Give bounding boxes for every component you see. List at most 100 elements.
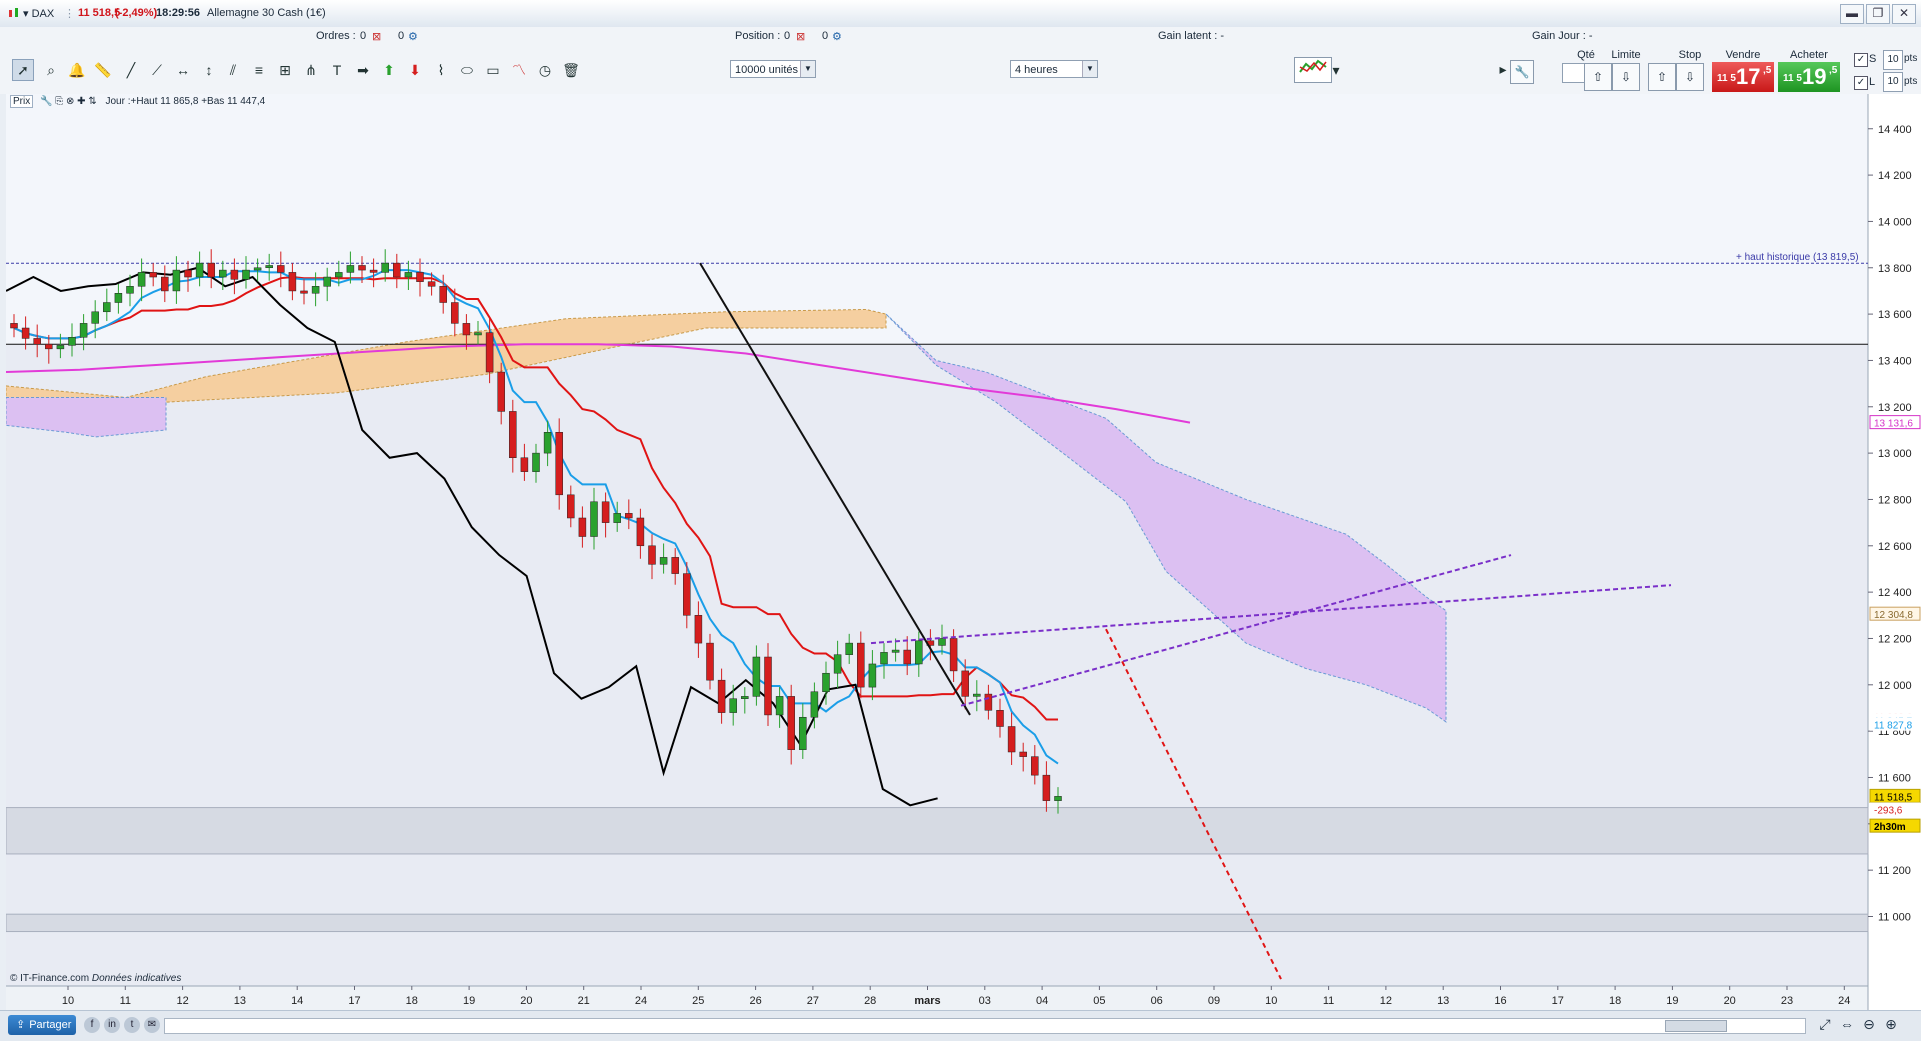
bearish-candle — [161, 276, 169, 292]
bearish-candle — [648, 545, 656, 565]
y-tick-label: 12 400 — [1878, 587, 1912, 599]
chart-style-icon[interactable] — [1294, 57, 1332, 83]
zoom-in-icon[interactable]: ⊕ — [1882, 1016, 1900, 1034]
position-settings-icon[interactable]: ⚙ — [832, 30, 842, 43]
fibonacci-fan-tool-icon[interactable]: ⊞ — [274, 59, 296, 81]
vendre-label: Vendre — [1725, 49, 1761, 61]
x-tick-label: 26 — [749, 995, 761, 1007]
buy-limit-button[interactable]: ⇧ — [1584, 63, 1612, 91]
chevron-down-icon: ▼ — [1082, 61, 1097, 77]
period-select[interactable]: 4 heures ▼ — [1010, 60, 1098, 78]
bearish-candle — [567, 494, 575, 519]
ray-tool-icon[interactable]: ⟋ — [146, 59, 168, 81]
polyline-tool-icon[interactable]: ⌇ — [430, 59, 452, 81]
horizontal-line-tool-icon[interactable]: ↔ — [172, 59, 194, 81]
x-tick-label: 11 — [120, 995, 131, 1007]
indicator-tool-icon[interactable]: 〽 — [508, 59, 530, 81]
units-select[interactable]: 10000 unités ▼ — [730, 60, 816, 78]
y-tick-label: 13 000 — [1878, 448, 1912, 460]
zoom-out-icon[interactable]: ⊖ — [1860, 1016, 1878, 1034]
bullish-candle — [741, 696, 749, 699]
legend-day-range: Jour :+Haut 11 865,8 +Bas 11 447,4 — [105, 96, 266, 107]
bullish-candle — [381, 262, 389, 273]
price-chart[interactable]: 11 00011 20011 40011 60011 80012 00012 2… — [5, 94, 1921, 1010]
bullish-candle — [590, 501, 598, 537]
restore-button[interactable]: ❐ — [1866, 4, 1890, 24]
channel-tool-icon[interactable]: ⫽ — [222, 59, 244, 81]
share-label: Partager — [29, 1019, 72, 1031]
bearish-candle — [671, 557, 679, 574]
facebook-icon[interactable]: f — [84, 1017, 100, 1033]
pan-icon[interactable]: ⇔ — [1838, 1016, 1856, 1034]
horizontal-scrollbar[interactable] — [164, 1018, 1806, 1034]
x-tick-label: 23 — [1781, 995, 1793, 1007]
bullish-candle — [532, 452, 540, 472]
arrow-down-tool-icon[interactable]: ⬇ — [404, 59, 426, 81]
fibonacci-tool-icon[interactable]: ≡ — [248, 59, 270, 81]
clock-tool-icon[interactable]: ◷ — [534, 59, 556, 81]
arrow-right-tool-icon[interactable]: ➡ — [352, 59, 374, 81]
stop-checkbox[interactable]: ✓ — [1854, 53, 1868, 67]
wrench-icon[interactable]: 🔧 — [1510, 60, 1534, 84]
panel-collapse-icon[interactable]: ▸ — [1498, 58, 1508, 80]
alert-bell-icon[interactable]: 🔔 — [66, 59, 88, 81]
trash-icon[interactable]: 🗑 — [560, 59, 582, 81]
scrollbar-thumb[interactable] — [1665, 1020, 1727, 1032]
email-icon[interactable]: ✉ — [144, 1017, 160, 1033]
lower-background — [6, 344, 1868, 986]
close-button[interactable]: ✕ — [1892, 4, 1916, 24]
linkedin-icon[interactable]: in — [104, 1017, 120, 1033]
drawing-toolbar: ➚ ⌕ 🔔 📏 ╱ ⟋ ↔ ↕ ⫽ ≡ ⊞ ⋔ T ➡ ⬆ ⬇ ⌇ ⬭ ▭ 〽 … — [0, 48, 1500, 94]
bearish-candle — [207, 262, 215, 278]
bullish-candle — [335, 272, 343, 278]
fit-icon[interactable]: ⤢ — [1816, 1016, 1834, 1034]
minimize-button[interactable]: ▬ — [1840, 4, 1864, 24]
pointer-tool-icon[interactable]: ➚ — [12, 59, 34, 81]
x-tick-label: 24 — [1838, 995, 1850, 1007]
ruler-tool-icon[interactable]: 📏 — [92, 59, 114, 81]
y-tick-label: 11 000 — [1878, 911, 1911, 923]
ellipse-tool-icon[interactable]: ⬭ — [456, 59, 478, 81]
twitter-icon[interactable]: t — [124, 1017, 140, 1033]
x-tick-label: 10 — [62, 995, 74, 1007]
text-tool-icon[interactable]: T — [326, 59, 348, 81]
legend-tools-icon[interactable]: 🔧 ⎘ ⊗ ✚ ⇅ — [40, 96, 97, 107]
rectangle-tool-icon[interactable]: ▭ — [482, 59, 504, 81]
symbol-dropdown[interactable]: ▾ DAX — [23, 7, 54, 20]
bullish-candle — [68, 337, 76, 346]
buy-button[interactable]: 11 5 19 ,5 — [1778, 62, 1840, 92]
prix-label: Prix — [10, 95, 34, 108]
trendline-tool-icon[interactable]: ╱ — [120, 59, 142, 81]
buy-stop-button[interactable]: ⇧ — [1648, 63, 1676, 91]
pitchfork-tool-icon[interactable]: ⋔ — [300, 59, 322, 81]
share-button[interactable]: ⇪ Partager — [8, 1015, 76, 1035]
ordres-settings-icon[interactable]: ⚙ — [408, 30, 418, 43]
x-tick-label: 19 — [463, 995, 475, 1007]
x-tick-label: 13 — [1437, 995, 1449, 1007]
bearish-candle — [984, 693, 993, 711]
bearish-candle — [694, 615, 703, 644]
arrow-up-tool-icon[interactable]: ⬆ — [378, 59, 400, 81]
limit-pts-input[interactable]: 10 — [1883, 72, 1903, 92]
bearish-candle — [288, 272, 297, 292]
stop-pts-input[interactable]: 10 — [1883, 50, 1903, 70]
sell-stop-button[interactable]: ⇩ — [1676, 63, 1704, 91]
limit-checkbox[interactable]: ✓ — [1854, 76, 1868, 90]
sell-limit-button[interactable]: ⇩ — [1612, 63, 1640, 91]
y-tick-label: 13 800 — [1878, 263, 1912, 275]
vertical-line-tool-icon[interactable]: ↕ — [198, 59, 220, 81]
sell-button[interactable]: 11 5 17 ,5 — [1712, 62, 1774, 92]
x-tick-label: 03 — [979, 995, 991, 1007]
ordres-clear-icon[interactable]: ⊠ — [372, 30, 381, 43]
x-tick-label: 20 — [1724, 995, 1736, 1007]
chart-style-dropdown-icon[interactable]: ▾ — [1330, 59, 1342, 81]
bearish-candle — [369, 269, 378, 273]
position-clear-icon[interactable]: ⊠ — [796, 30, 805, 43]
price-chart-area[interactable]: 11 00011 20011 40011 60011 80012 00012 2… — [5, 94, 1921, 1040]
bullish-candle — [126, 286, 134, 294]
zoom-tool-icon[interactable]: ⌕ — [40, 59, 62, 81]
x-tick-label: 21 — [578, 995, 590, 1007]
app-logo-icon — [8, 7, 20, 22]
bullish-candle — [474, 332, 482, 336]
x-tick-label: 16 — [1494, 995, 1506, 1007]
